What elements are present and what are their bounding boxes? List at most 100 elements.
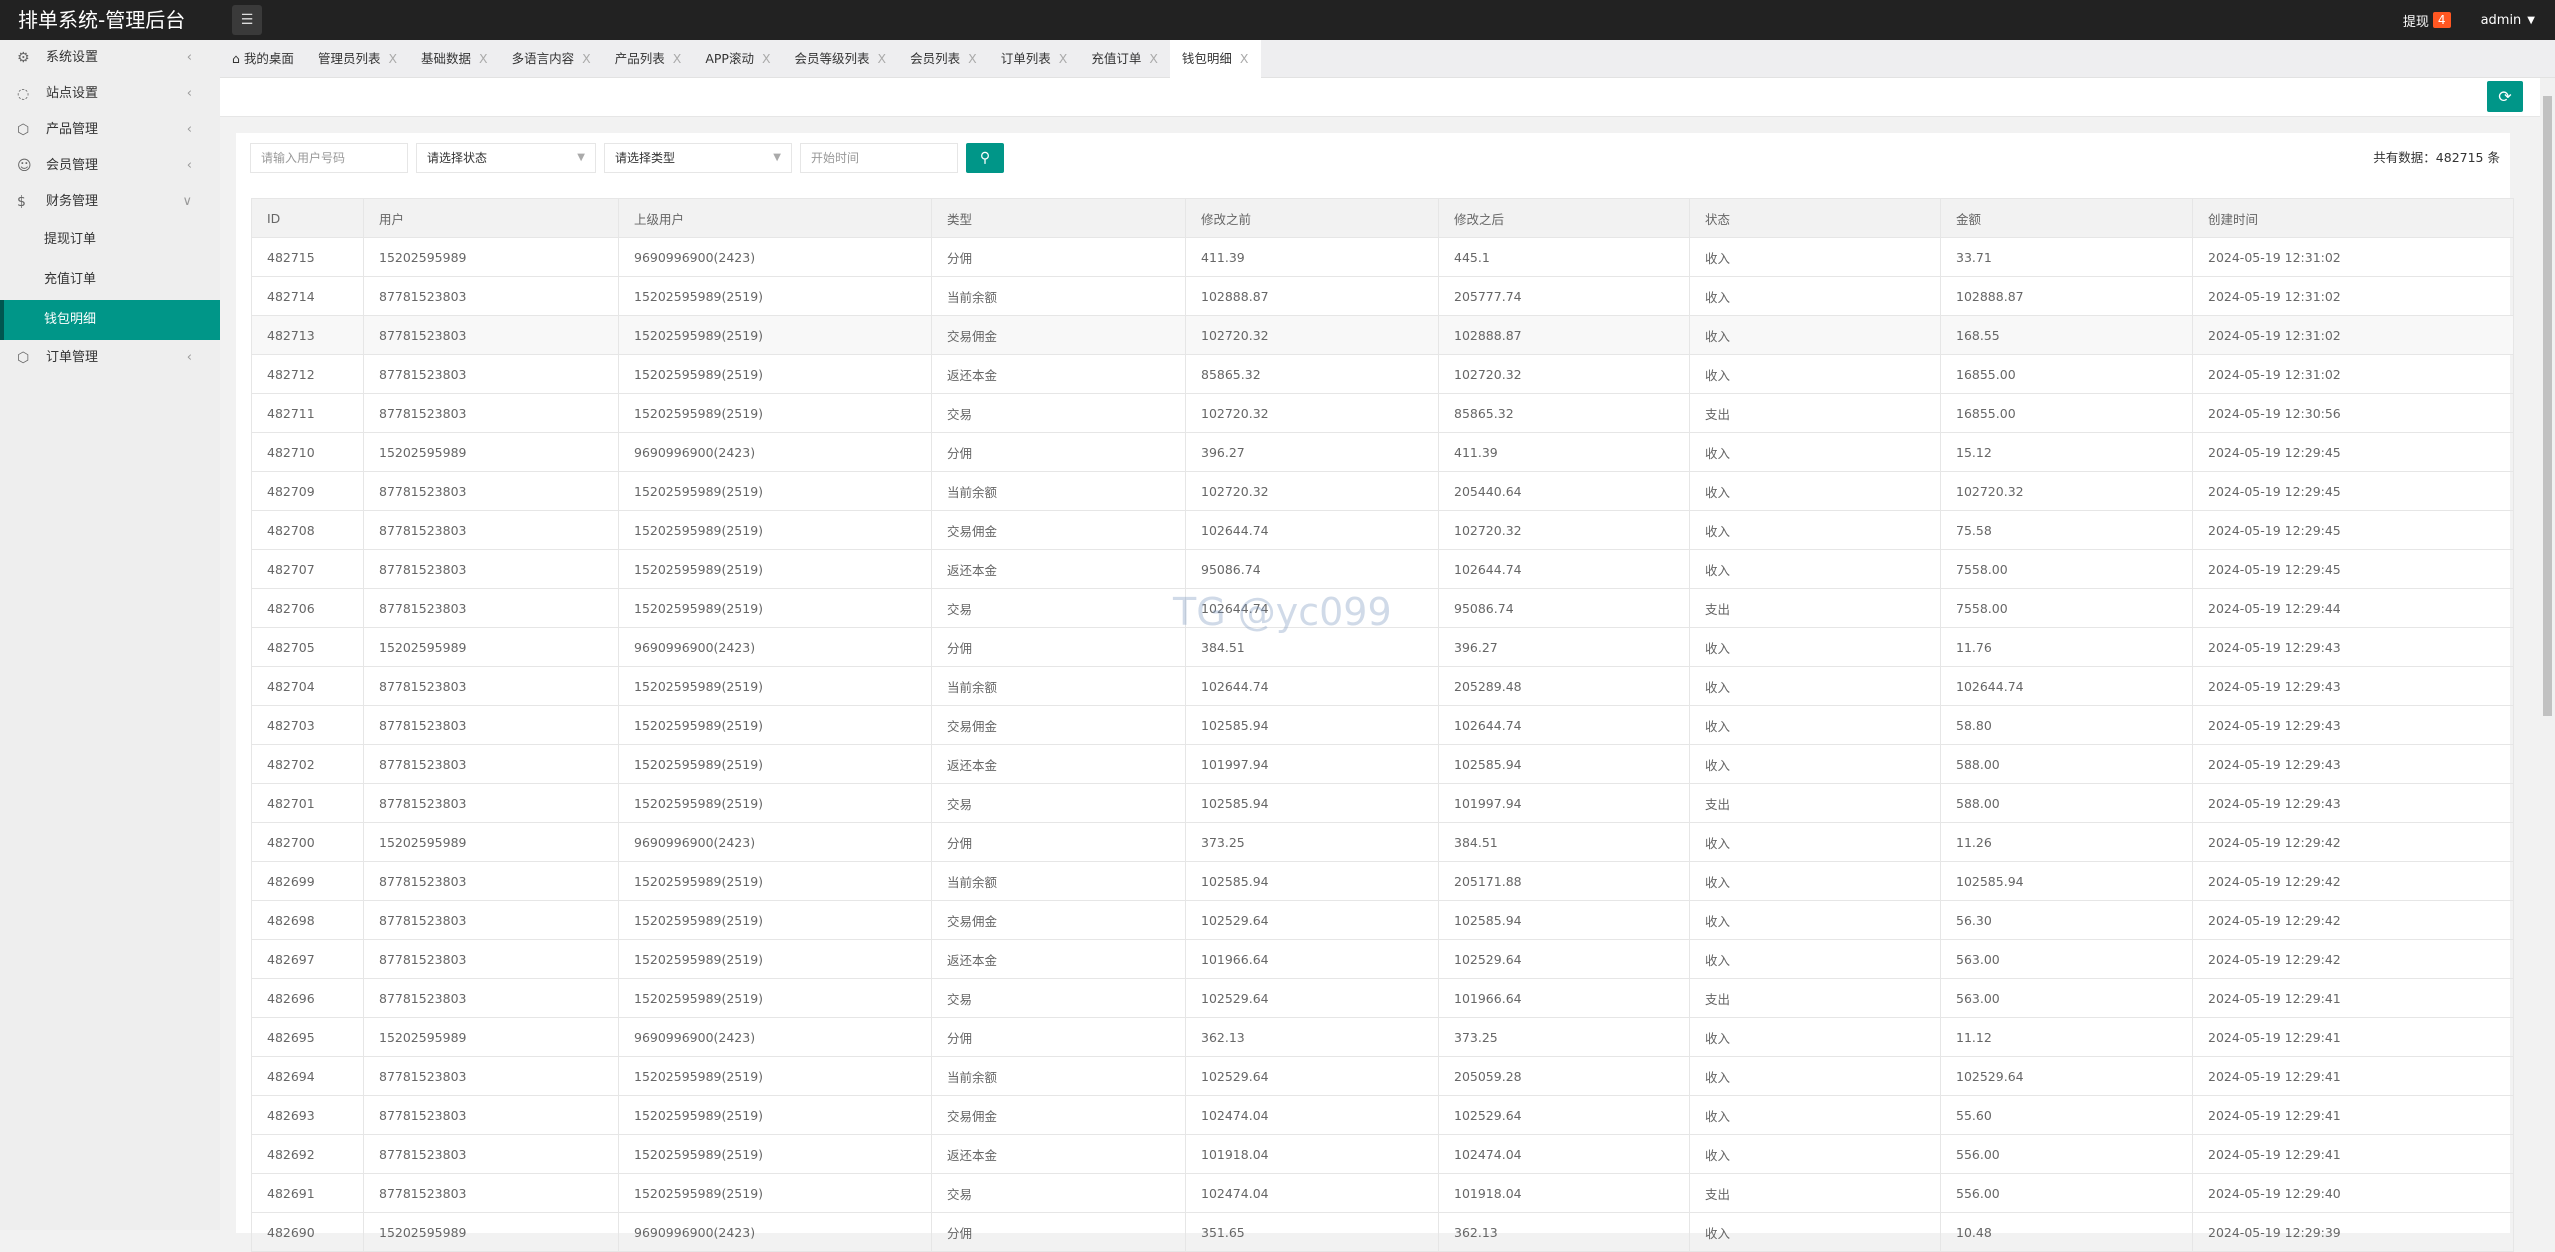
table-cell: 85865.32 [1438, 393, 1690, 433]
sidebar-subitem[interactable]: 钱包明细 [0, 300, 220, 340]
table-cell: 482705 [251, 627, 364, 667]
tab[interactable]: 钱包明细 X [1169, 40, 1261, 79]
table-cell: 482691 [251, 1173, 364, 1213]
tab[interactable]: ⌂ 我的桌面 [220, 40, 306, 78]
sidebar-item-label: 订单管理 [46, 350, 99, 365]
column-header: 修改之后 [1438, 198, 1690, 238]
tab-label: 会员等级列表 [794, 51, 870, 66]
withdraw-link[interactable]: 提现 [2403, 11, 2429, 30]
search-icon: ⚲ [979, 150, 991, 166]
table-cell: 87781523803 [363, 276, 619, 316]
scrollbar-thumb[interactable] [2543, 96, 2552, 716]
close-icon[interactable]: X [1240, 51, 1249, 66]
sidebar-item[interactable]: ☺ 会员管理 ‹ [0, 148, 220, 184]
tab[interactable]: APP滚动 X [693, 40, 782, 78]
tab[interactable]: 多语言内容 X [500, 40, 603, 78]
close-icon[interactable]: X [1059, 51, 1068, 66]
refresh-button[interactable]: ⟳ [2487, 81, 2523, 112]
close-icon[interactable]: X [479, 51, 488, 66]
dollar-icon: $ [17, 194, 26, 210]
sidebar-item[interactable]: ⚙ 系统设置 ‹ [0, 40, 220, 76]
table-cell: 15202595989(2519) [618, 783, 932, 823]
table-cell: 563.00 [1940, 939, 2193, 979]
tab[interactable]: 产品列表 X [603, 40, 694, 78]
table-cell: 收入 [1689, 315, 1941, 355]
table-cell: 101966.64 [1438, 978, 1690, 1018]
sidebar-item[interactable]: ◌ 站点设置 ‹ [0, 76, 220, 112]
table-cell: 411.39 [1438, 432, 1690, 472]
table-cell: 102720.32 [1438, 354, 1690, 394]
table-cell: 收入 [1689, 744, 1941, 784]
tab[interactable]: 基础数据 X [409, 40, 500, 78]
table-cell: 102529.64 [1185, 978, 1439, 1018]
table-cell: 支出 [1689, 393, 1941, 433]
table-cell: 482706 [251, 588, 364, 628]
tab-label: 充值订单 [1091, 51, 1142, 66]
status-select[interactable]: 请选择状态 ▼ [416, 143, 596, 173]
sidebar-subitem[interactable]: 充值订单 [0, 260, 220, 300]
table-cell: 2024-05-19 12:29:41 [2192, 978, 2514, 1018]
table-row: 482711 87781523803 15202595989(2519) 交易 1027… [251, 393, 2514, 433]
user-number-input[interactable]: 请输入用户号码 [250, 143, 408, 173]
table-cell: 205171.88 [1438, 861, 1690, 901]
table-row: 482691 87781523803 15202595989(2519) 交易 1024… [251, 1173, 2514, 1213]
tab[interactable]: 管理员列表 X [306, 40, 409, 78]
table-cell: 87781523803 [363, 783, 619, 823]
tab[interactable]: 充值订单 X [1079, 40, 1170, 78]
sidebar-subitem[interactable]: 提现订单 [0, 220, 220, 260]
table-cell: 支出 [1689, 783, 1941, 823]
close-icon[interactable]: X [762, 51, 771, 66]
user-menu[interactable]: admin [2481, 13, 2522, 28]
table-cell: 15202595989(2519) [618, 1095, 932, 1135]
table-cell: 482690 [251, 1212, 364, 1252]
table-cell: 102644.74 [1438, 705, 1690, 745]
tab[interactable]: 会员等级列表 X [783, 40, 899, 78]
table-cell: 87781523803 [363, 471, 619, 511]
table-cell: 87781523803 [363, 1134, 619, 1174]
table-cell: 56.30 [1940, 900, 2193, 940]
table-cell: 9690996900(2423) [618, 432, 932, 472]
table-row: 482707 87781523803 15202595989(2519) 返还本金 95… [251, 549, 2514, 589]
sidebar-item[interactable]: $ 财务管理 ∨ [0, 184, 220, 220]
table-cell: 9690996900(2423) [618, 1017, 932, 1057]
search-button[interactable]: ⚲ [966, 143, 1004, 173]
table-cell: 2024-05-19 12:29:43 [2192, 627, 2514, 667]
table-cell: 收入 [1689, 900, 1941, 940]
table-cell: 收入 [1689, 354, 1941, 394]
table-row: 482696 87781523803 15202595989(2519) 交易 1025… [251, 978, 2514, 1018]
close-icon[interactable]: X [388, 51, 397, 66]
table-cell: 2024-05-19 12:29:43 [2192, 783, 2514, 823]
table-cell: 102644.74 [1940, 666, 2193, 706]
sidebar-item[interactable]: ⬡ 订单管理 ‹ [0, 340, 220, 376]
table-cell: 482713 [251, 315, 364, 355]
table-cell: 102720.32 [1185, 393, 1439, 433]
table-cell: 482693 [251, 1095, 364, 1135]
table-cell: 2024-05-19 12:29:42 [2192, 861, 2514, 901]
table-cell: 482692 [251, 1134, 364, 1174]
close-icon[interactable]: X [582, 51, 591, 66]
table-cell: 收入 [1689, 276, 1941, 316]
menu-toggle-button[interactable]: ☰ [232, 5, 262, 35]
type-select[interactable]: 请选择类型 ▼ [604, 143, 792, 173]
tab[interactable]: 订单列表 X [989, 40, 1080, 78]
table-cell: 87781523803 [363, 588, 619, 628]
close-icon[interactable]: X [878, 51, 887, 66]
close-icon[interactable]: X [673, 51, 682, 66]
close-icon[interactable]: X [1149, 51, 1158, 66]
table-cell: 15202595989 [363, 237, 619, 277]
table-cell: 15202595989(2519) [618, 1056, 932, 1096]
sidebar-item[interactable]: ⬡ 产品管理 ‹ [0, 112, 220, 148]
close-icon[interactable]: X [968, 51, 977, 66]
table-cell: 2024-05-19 12:29:42 [2192, 822, 2514, 862]
table-cell: 分佣 [931, 822, 1186, 862]
table-cell: 分佣 [931, 627, 1186, 667]
table-cell: 2024-05-19 12:29:45 [2192, 432, 2514, 472]
start-time-input[interactable]: 开始时间 [800, 143, 958, 173]
table-cell: 2024-05-19 12:29:41 [2192, 1056, 2514, 1096]
content-card: 请输入用户号码 请选择状态 ▼ 请选择类型 ▼ 开始时间 ⚲ 共有数据：482715… [236, 133, 2514, 1252]
tab[interactable]: 会员列表 X [898, 40, 989, 78]
table-cell: 2024-05-19 12:29:43 [2192, 666, 2514, 706]
page-scrollbar[interactable] [2540, 78, 2555, 1230]
table-cell: 15202595989(2519) [618, 354, 932, 394]
table-cell: 384.51 [1438, 822, 1690, 862]
